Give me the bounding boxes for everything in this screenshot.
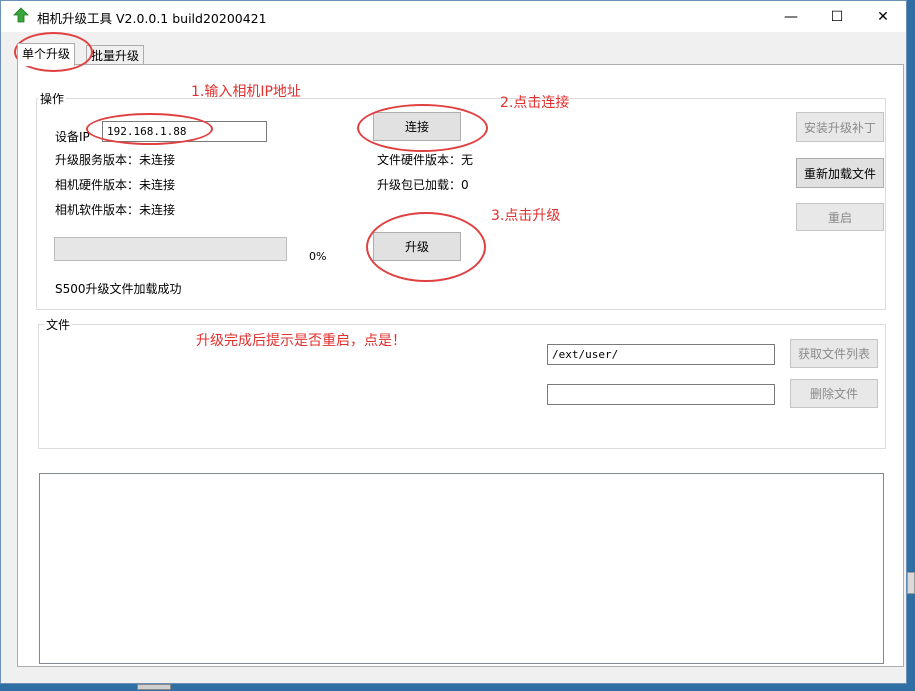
highlight-circle-ip	[86, 113, 213, 145]
upgrade-progress-bar	[54, 237, 287, 261]
minimize-button[interactable]: —	[768, 1, 814, 32]
get-file-list-button[interactable]: 获取文件列表	[790, 339, 878, 368]
annotation-step2: 2.点击连接	[500, 95, 570, 111]
close-icon: ✕	[877, 8, 889, 25]
server-version-label: 升级服务版本：未连接	[55, 153, 176, 167]
device-ip-label: 设备IP	[55, 130, 90, 144]
status-message: S500升级文件加载成功	[55, 282, 182, 296]
file-group-label: 文件	[44, 316, 73, 333]
install-patch-button[interactable]: 安装升级补丁	[796, 112, 884, 142]
annotation-step3: 3.点击升级	[491, 208, 561, 224]
file-hw-version-label: 文件硬件版本：无	[377, 153, 474, 167]
tab-batch-upgrade[interactable]: 批量升级	[86, 45, 145, 66]
camera-hw-version-label: 相机硬件版本：未连接	[55, 178, 176, 192]
title-bar: 相机升级工具 V2.0.0.1 build20200421 — ☐ ✕	[1, 1, 906, 32]
progress-percent: 0%	[309, 250, 327, 263]
highlight-circle-connect	[357, 104, 488, 152]
restart-button[interactable]: 重启	[796, 203, 884, 231]
package-loaded-label: 升级包已加载：0	[377, 178, 469, 192]
upgrade-arrow-icon	[13, 7, 29, 23]
tab-single-upgrade[interactable]: 单个升级	[17, 43, 76, 66]
delete-file-button[interactable]: 删除文件	[790, 379, 878, 408]
highlight-circle-upgrade	[366, 212, 486, 282]
minimize-icon: —	[784, 8, 798, 25]
annotation-note: 升级完成后提示是否重启，点是！	[196, 333, 406, 349]
operation-group-label: 操作	[38, 90, 67, 107]
maximize-button[interactable]: ☐	[814, 1, 860, 32]
delete-file-input[interactable]	[547, 384, 775, 405]
maximize-icon: ☐	[830, 8, 844, 25]
close-button[interactable]: ✕	[860, 1, 906, 32]
window-title: 相机升级工具 V2.0.0.1 build20200421	[37, 11, 267, 26]
file-path-input[interactable]: /ext/user/	[547, 344, 775, 365]
camera-sw-version-label: 相机软件版本：未连接	[55, 203, 176, 217]
reload-file-button[interactable]: 重新加载文件	[796, 158, 884, 188]
taskbar-handle[interactable]	[137, 684, 171, 690]
annotation-step1: 1.输入相机IP地址	[191, 84, 301, 100]
log-output-area[interactable]	[39, 473, 884, 664]
side-scrollbar[interactable]	[907, 572, 915, 594]
